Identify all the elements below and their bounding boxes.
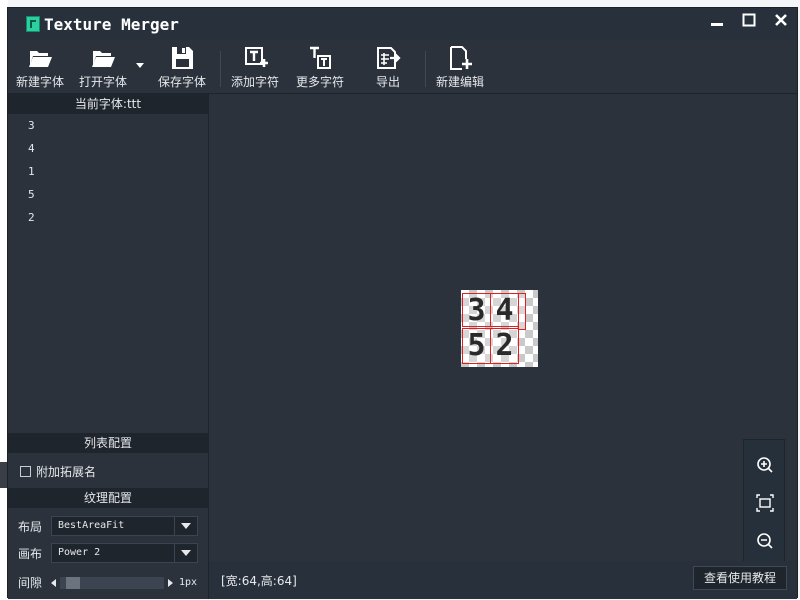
more-chars-button[interactable]: 更多字符 [296,45,344,91]
open-font-label: 打开字体 [79,75,128,89]
more-chars-label: 更多字符 [296,75,345,89]
zoom-out-button[interactable] [754,530,776,552]
close-icon [775,14,787,26]
toolbar: 新建字体 打开字体 保存字体 添加字符 更多字符 导出 新建编辑 [8,41,797,94]
new-edit-button[interactable]: 新建编辑 [436,45,484,91]
append-ext-checkbox-row[interactable]: 附加拓展名 [20,463,96,480]
canvas-label: 画布 [18,546,43,561]
new-file-icon [450,46,472,70]
title-bar[interactable]: Texture Merger [8,8,797,40]
add-text-icon [245,47,268,67]
list-item[interactable]: 1 [8,160,208,183]
add-char-label: 添加字符 [231,75,280,89]
char-list: 3 4 1 5 2 [8,114,208,229]
zoom-in-button[interactable] [754,454,776,476]
current-font-header: 当前字体:ttt [8,94,208,114]
open-font-button[interactable]: 打开字体 [79,45,127,91]
close-button[interactable] [765,8,797,32]
layout-row: 布局 BestAreaFit [18,516,198,536]
app-title: Texture Merger [44,15,179,34]
chevron-down-icon [174,517,197,535]
zoom-controls [743,439,785,563]
list-config-header: 列表配置 [8,433,208,453]
text-multiple-icon [310,46,331,69]
texture-atlas[interactable]: 3 4 ! 5 2 [461,290,538,367]
canvas-value: Power 2 [58,547,101,558]
spacing-label: 间隙 [18,576,43,590]
zoom-out-icon [757,533,773,549]
glyph-5[interactable]: 5 [462,328,491,364]
append-ext-checkbox[interactable] [20,466,31,477]
list-item[interactable]: 2 [8,206,208,229]
new-edit-label: 新建编辑 [436,75,485,89]
fit-view-button[interactable] [754,492,776,514]
left-panel: 当前字体:ttt 3 4 1 5 2 列表配置 附加拓展名 纹理配置 布局 Be… [8,94,209,599]
minimize-icon [711,23,723,26]
list-item[interactable]: 4 [8,137,208,160]
save-font-button[interactable]: 保存字体 [158,45,206,91]
export-icon [377,47,401,69]
preview-canvas[interactable]: 3 4 ! 5 2 [209,94,797,563]
open-font-dropdown-icon[interactable] [136,63,144,68]
layout-label: 布局 [18,519,43,534]
maximize-button[interactable] [733,8,765,32]
canvas-select[interactable]: Power 2 [51,543,198,563]
save-font-label: 保存字体 [158,75,207,89]
maximize-icon [742,13,756,27]
texture-size-text: [宽:64,高:64] [221,574,297,588]
add-char-button[interactable]: 添加字符 [231,45,279,91]
toolbar-divider [425,51,426,87]
view-tutorial-button[interactable]: 查看使用教程 [692,566,787,590]
chevron-down-icon [174,544,197,562]
append-ext-label: 附加拓展名 [36,465,97,479]
spacing-slider-thumb[interactable] [66,576,80,589]
toolbar-divider [220,51,221,87]
spacing-value: 1px [179,577,198,588]
fit-screen-icon [756,494,774,512]
spacing-increase-icon[interactable] [168,578,173,587]
folder-open-icon [29,51,52,67]
canvas-row: 画布 Power 2 [18,543,198,563]
new-font-button[interactable]: 新建字体 [16,45,64,91]
spacing-row: 间隙 1px [18,574,197,591]
glyph-3[interactable]: 3 [462,293,491,327]
texture-config-header: 纹理配置 [8,488,208,508]
zoom-in-icon [757,457,773,473]
export-button[interactable]: 导出 [374,45,402,91]
app-window: Texture Merger 新建字体 打开字体 保存字体 添加字符 更多字符 … [7,7,798,599]
status-bar: [宽:64,高:64] 查看使用教程 [209,561,797,599]
save-icon [172,47,193,69]
layout-select[interactable]: BestAreaFit [51,516,198,536]
window-controls [701,8,797,40]
export-label: 导出 [375,75,400,89]
glyph-exclamation[interactable]: ! [518,293,526,330]
spacing-slider[interactable] [60,576,164,589]
spacing-decrease-icon[interactable] [51,578,56,587]
folder-open-icon [92,51,115,67]
layout-value: BestAreaFit [58,520,125,531]
glyph-2[interactable]: 2 [490,328,519,364]
list-item[interactable]: 3 [8,114,208,137]
list-item[interactable]: 5 [8,183,208,206]
new-font-label: 新建字体 [16,75,65,89]
glyph-4[interactable]: 4 [490,293,519,327]
minimize-button[interactable] [701,8,733,32]
app-logo-icon [26,16,40,32]
